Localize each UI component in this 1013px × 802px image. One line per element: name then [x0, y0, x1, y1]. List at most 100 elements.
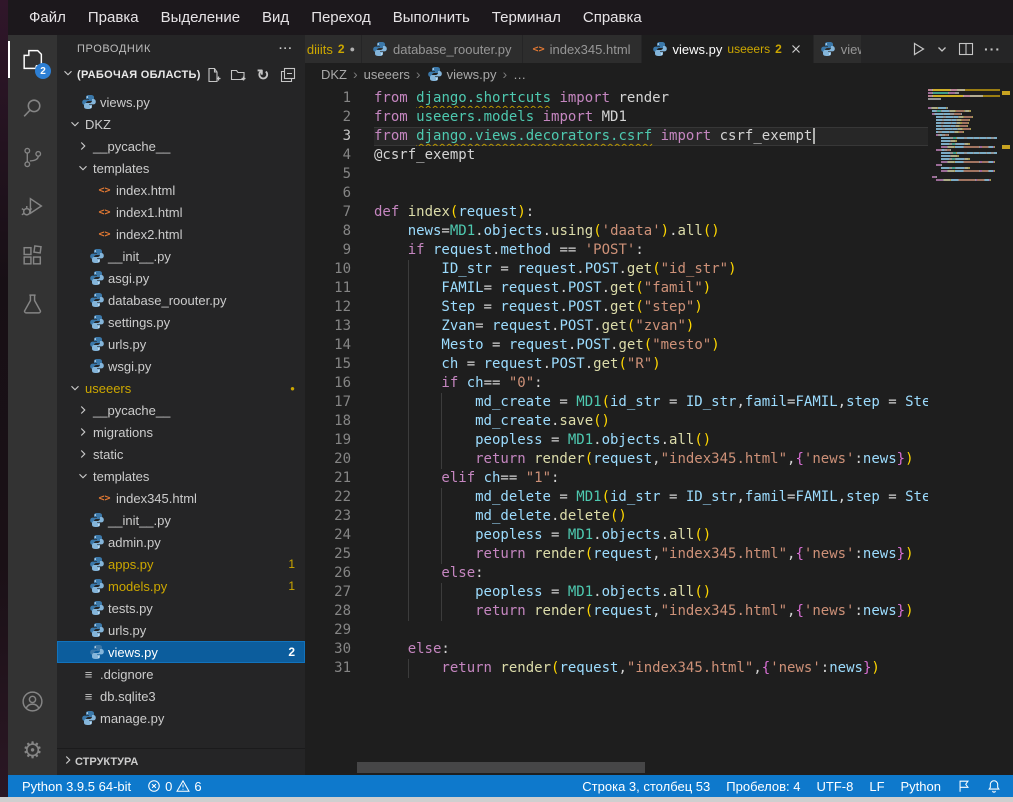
tab-views-py-4[interactable]: views.py	[814, 35, 862, 63]
close-icon[interactable]	[789, 42, 803, 56]
code-line-23[interactable]: 23md_delete.delete()	[305, 507, 928, 526]
workspace-section-header[interactable]: (РАБОЧАЯ ОБЛАСТЬ) ... ↻	[57, 62, 305, 87]
menu-переход[interactable]: Переход	[300, 9, 382, 26]
code-line-22[interactable]: 22md_delete = MD1(id_str = ID_str,famil=…	[305, 488, 928, 507]
code-line-8[interactable]: 8news=MD1.objects.using('daata').all()	[305, 222, 928, 241]
status-cursor-position[interactable]: Строка 3, столбец 53	[582, 779, 710, 794]
activity-extensions[interactable]	[8, 231, 57, 280]
code-line-20[interactable]: 20return render(request,"index345.html",…	[305, 450, 928, 469]
code-line-17[interactable]: 17md_create = MD1(id_str = ID_str,famil=…	[305, 393, 928, 412]
code-line-24[interactable]: 24peopless = MD1.objects.all()	[305, 526, 928, 545]
tree-item-urls-py[interactable]: urls.py	[57, 333, 305, 355]
activity-settings[interactable]: ⚙	[8, 726, 57, 775]
split-editor-button[interactable]	[958, 41, 974, 57]
breadcrumb-item[interactable]: DKZ	[321, 67, 347, 82]
code-line-16[interactable]: 16if ch== "0":	[305, 374, 928, 393]
tree-item-index-html[interactable]: <>index.html	[57, 179, 305, 201]
activity-explorer[interactable]: 2	[8, 35, 57, 84]
breadcrumb-item[interactable]: useeers	[364, 67, 410, 82]
code-line-3[interactable]: 3from django.views.decorators.csrf impor…	[305, 127, 928, 146]
code-line-28[interactable]: 28return render(request,"index345.html",…	[305, 602, 928, 621]
tree-item-settings-py[interactable]: settings.py	[57, 311, 305, 333]
code-line-1[interactable]: 1from django.shortcuts import render	[305, 89, 928, 108]
code-line-5[interactable]: 5	[305, 165, 928, 184]
tree-item-db-sqlite3[interactable]: ≡db.sqlite3	[57, 685, 305, 707]
code-line-10[interactable]: 10ID_str = request.POST.get("id_str")	[305, 260, 928, 279]
code-line-6[interactable]: 6	[305, 184, 928, 203]
activity-testing[interactable]	[8, 280, 57, 329]
menu-файл[interactable]: Файл	[18, 9, 77, 26]
tab-database-roouter-py-1[interactable]: database_roouter.py	[362, 35, 523, 63]
tree-item--init-py[interactable]: __init__.py	[57, 245, 305, 267]
tree-item-database-roouter-py[interactable]: database_roouter.py	[57, 289, 305, 311]
menu-терминал[interactable]: Терминал	[481, 9, 572, 26]
run-dropdown-button[interactable]	[936, 43, 948, 55]
tree-item-manage-py[interactable]: manage.py	[57, 707, 305, 729]
breadcrumb-item[interactable]: views.py	[427, 66, 497, 82]
minimap[interactable]	[928, 89, 1000, 182]
tree-item--pycache-[interactable]: __pycache__	[57, 135, 305, 157]
code-line-18[interactable]: 18md_create.save()	[305, 412, 928, 431]
menu-выделение[interactable]: Выделение	[150, 9, 251, 26]
activity-search[interactable]	[8, 84, 57, 133]
tree-item-dkz[interactable]: DKZ	[57, 113, 305, 135]
menu-справка[interactable]: Справка	[572, 9, 653, 26]
code-editor[interactable]: 1from django.shortcuts import render2fro…	[305, 85, 1013, 775]
menu-выполнить[interactable]: Выполнить	[382, 9, 481, 26]
tab-index345-html-2[interactable]: <>index345.html	[523, 35, 642, 63]
code-line-11[interactable]: 11FAMIL= request.POST.get("famil")	[305, 279, 928, 298]
code-line-27[interactable]: 27peopless = MD1.objects.all()	[305, 583, 928, 602]
code-line-14[interactable]: 14Mesto = request.POST.get("mesto")	[305, 336, 928, 355]
code-line-30[interactable]: 30else:	[305, 640, 928, 659]
tree-item-templates[interactable]: templates	[57, 157, 305, 179]
collapse-all-button[interactable]	[279, 66, 297, 84]
run-button[interactable]	[910, 41, 926, 57]
code-line-21[interactable]: 21elif ch== "1":	[305, 469, 928, 488]
new-folder-button[interactable]	[229, 66, 247, 84]
tree-item-admin-py[interactable]: admin.py	[57, 531, 305, 553]
tree-item-models-py[interactable]: models.py1	[57, 575, 305, 597]
activity-account[interactable]	[8, 677, 57, 726]
code-line-31[interactable]: 31return render(request,"index345.html",…	[305, 659, 928, 678]
activity-run-debug[interactable]	[8, 182, 57, 231]
tree-item-useeers[interactable]: useeers●	[57, 377, 305, 399]
tree-item-asgi-py[interactable]: asgi.py	[57, 267, 305, 289]
horizontal-scrollbar[interactable]	[357, 762, 645, 773]
status-eol[interactable]: LF	[869, 779, 884, 794]
status-feedback[interactable]	[957, 779, 971, 793]
activity-source-control[interactable]	[8, 133, 57, 182]
code-line-25[interactable]: 25return render(request,"index345.html",…	[305, 545, 928, 564]
tab-views-py-3[interactable]: views.pyuseeers2	[642, 35, 814, 63]
refresh-button[interactable]: ↻	[254, 66, 272, 84]
breadcrumb-item[interactable]: …	[513, 67, 526, 82]
code-line-7[interactable]: 7def index(request):	[305, 203, 928, 222]
vertical-scrollbar[interactable]	[1000, 85, 1013, 775]
menu-правка[interactable]: Правка	[77, 9, 150, 26]
tree-item-index345-html[interactable]: <>index345.html	[57, 487, 305, 509]
code-line-2[interactable]: 2from useeers.models import MD1	[305, 108, 928, 127]
code-line-12[interactable]: 12Step = request.POST.get("step")	[305, 298, 928, 317]
code-line-26[interactable]: 26else:	[305, 564, 928, 583]
tree-item-tests-py[interactable]: tests.py	[57, 597, 305, 619]
code-line-15[interactable]: 15ch = request.POST.get("R")	[305, 355, 928, 374]
tree-item-wsgi-py[interactable]: wsgi.py	[57, 355, 305, 377]
code-line-29[interactable]: 29	[305, 621, 928, 640]
tree-item--dcignore[interactable]: ≡.dcignore	[57, 663, 305, 685]
tree-item-index2-html[interactable]: <>index2.html	[57, 223, 305, 245]
menu-вид[interactable]: Вид	[251, 9, 300, 26]
more-actions-button[interactable]: ···	[984, 41, 1001, 57]
code-line-19[interactable]: 19peopless = MD1.objects.all()	[305, 431, 928, 450]
status-python-version[interactable]: Python 3.9.5 64-bit	[22, 779, 131, 794]
tree-item--pycache-[interactable]: __pycache__	[57, 399, 305, 421]
status-indentation[interactable]: Пробелов: 4	[726, 779, 800, 794]
status-language[interactable]: Python	[901, 779, 941, 794]
tree-item-templates[interactable]: templates	[57, 465, 305, 487]
tree-item-views-py[interactable]: views.py2	[57, 641, 305, 663]
status-encoding[interactable]: UTF-8	[817, 779, 854, 794]
tree-item-apps-py[interactable]: apps.py1	[57, 553, 305, 575]
tree-item-static[interactable]: static	[57, 443, 305, 465]
outline-section-header[interactable]: СТРУКТУРА	[57, 748, 305, 775]
code-line-9[interactable]: 9if request.method == 'POST':	[305, 241, 928, 260]
tree-item-index1-html[interactable]: <>index1.html	[57, 201, 305, 223]
tab-diiits-0[interactable]: diiits2●	[305, 35, 362, 63]
